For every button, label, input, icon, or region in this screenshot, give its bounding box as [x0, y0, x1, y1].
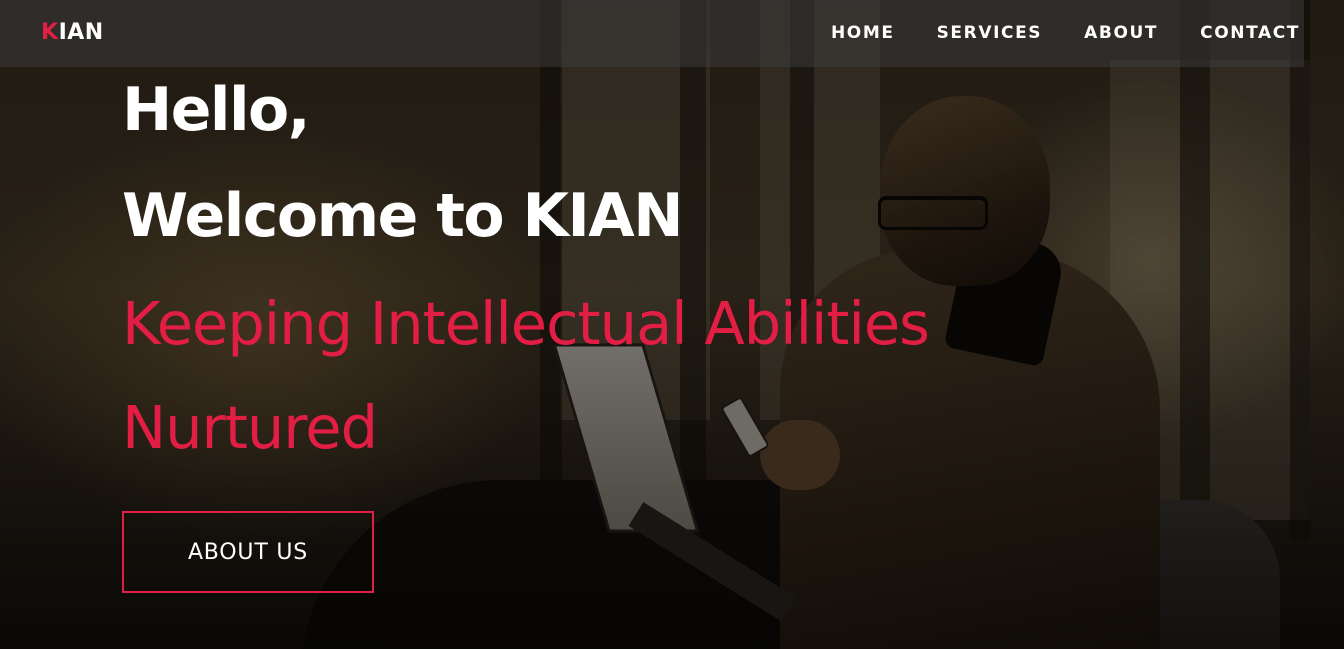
nav-link-about[interactable]: ABOUT	[1084, 23, 1158, 43]
logo-accent-letter: K	[41, 20, 59, 45]
main-navigation: HOME SERVICES ABOUT CONTACT	[831, 23, 1300, 43]
hero-welcome-heading: Welcome to KIAN	[122, 181, 683, 251]
hero-tagline-line-2: Nurtured	[122, 393, 378, 462]
hero-tagline-line-1: Keeping Intellectual Abilities	[122, 289, 930, 358]
top-navbar: KIAN HOME SERVICES ABOUT CONTACT	[0, 0, 1304, 67]
nav-link-services[interactable]: SERVICES	[937, 23, 1043, 43]
nav-link-contact[interactable]: CONTACT	[1200, 23, 1300, 43]
about-us-button[interactable]: ABOUT US	[122, 511, 374, 593]
logo-text: IAN	[58, 20, 104, 45]
site-logo[interactable]: KIAN	[41, 20, 104, 45]
hero-greeting: Hello,	[122, 75, 311, 145]
nav-link-home[interactable]: HOME	[831, 23, 895, 43]
